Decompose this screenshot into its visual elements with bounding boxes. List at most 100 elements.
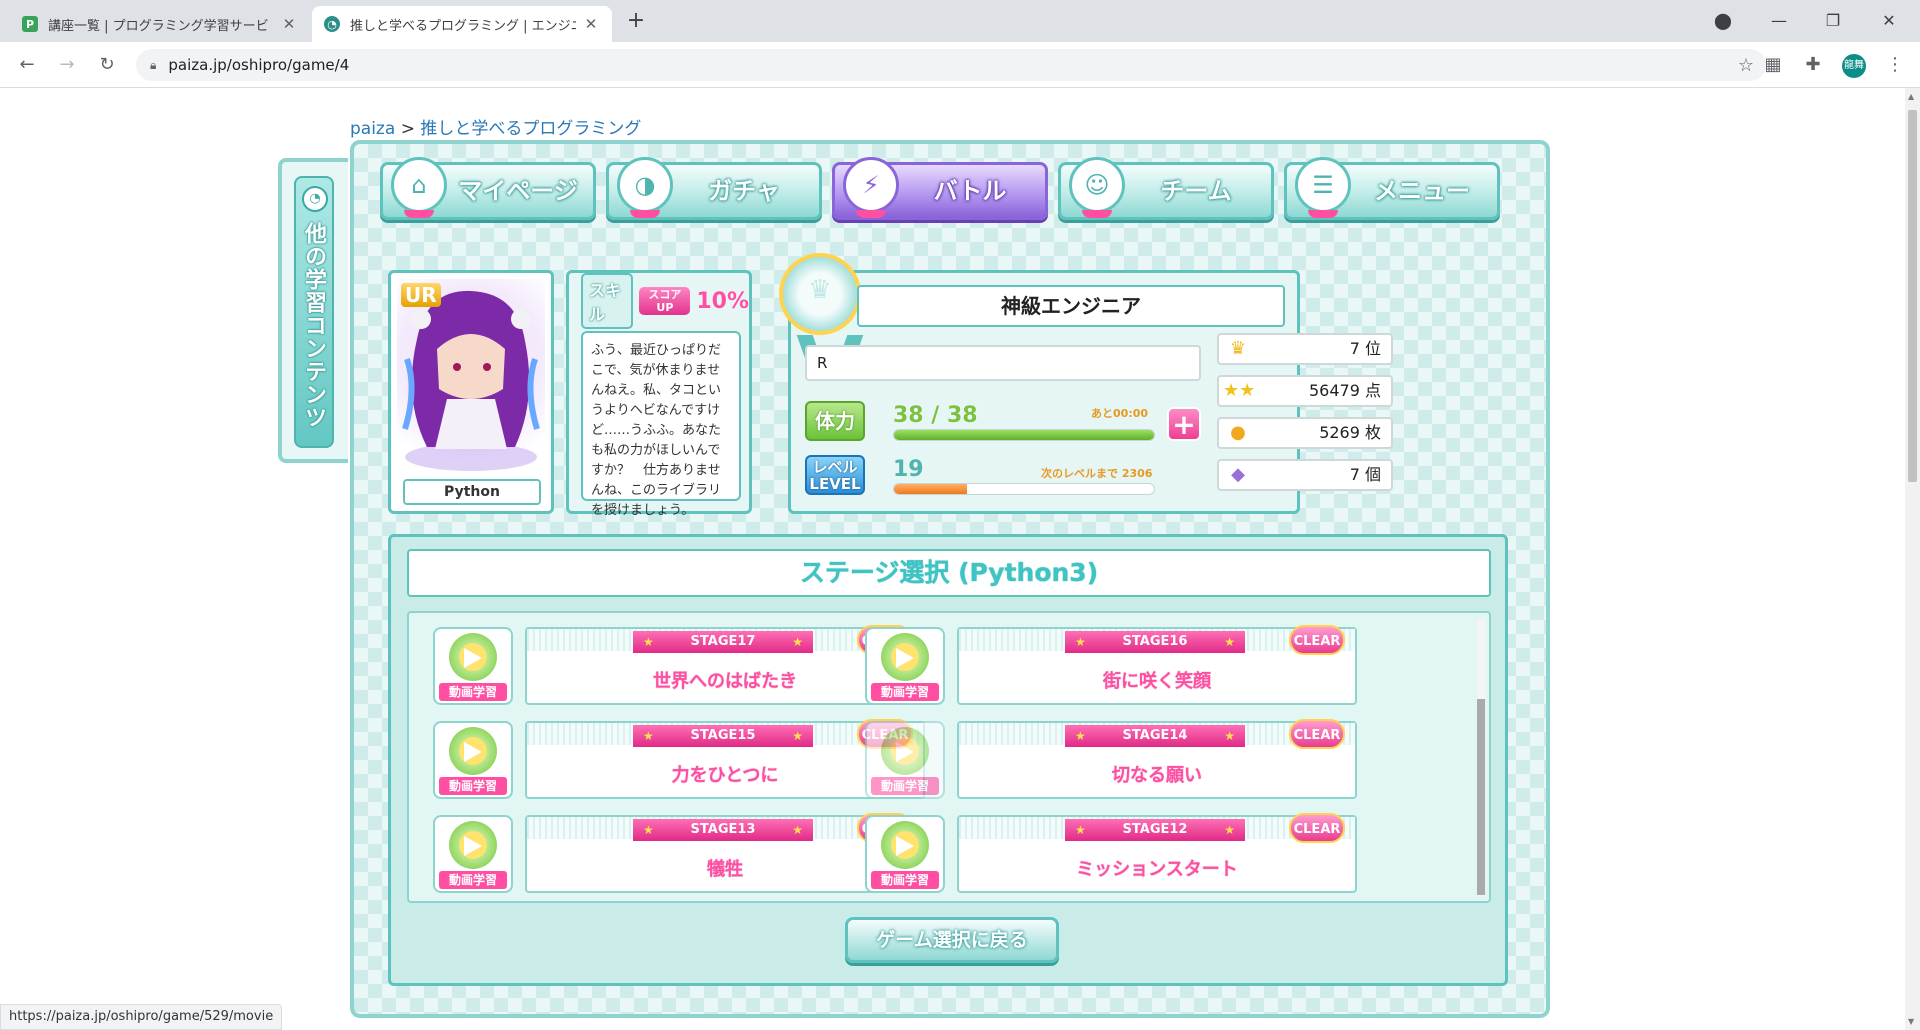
back-to-game-select-button[interactable]: ゲーム選択に戻る xyxy=(845,917,1059,963)
ranking-stat: ♛ 7 位 xyxy=(1217,333,1393,365)
oshipro-icon: ◔ xyxy=(324,16,340,32)
reload-icon[interactable]: ↻ xyxy=(92,50,122,80)
stage-item: 動画学習 STAGE13CLEAR犠牲 xyxy=(409,801,925,893)
coin-stat: ● 5269 枚 xyxy=(1217,417,1393,449)
clear-badge: CLEAR xyxy=(1289,719,1345,749)
profile-avatar[interactable]: 龍舞 xyxy=(1842,54,1866,78)
movie-learning-button[interactable]: 動画学習 xyxy=(865,627,945,705)
skill-percent: 10% xyxy=(696,288,749,314)
status-card: ♛ 神級エンジニア R 体力 38 / 38 あと00:00 + レベル LEV… xyxy=(779,253,1393,514)
stage-select-panel: ステージ選択 (Python3) 動画学習 STAGE17CLEAR世界へのはば… xyxy=(388,534,1508,986)
gem-stat: ◆ 7 個 xyxy=(1217,459,1393,491)
skill-card: スキル スコア UP 10% ふう、最近ひっぱりだこで、気が休まりませんねえ。私… xyxy=(566,270,752,518)
movie-learning-button[interactable]: 動画学習 xyxy=(433,627,513,705)
movie-learning-button[interactable]: 動画学習 xyxy=(865,815,945,893)
scroll-up-arrow[interactable]: ▲ xyxy=(1908,92,1914,101)
nav-label: バトル xyxy=(933,177,1007,205)
next-level-note: 次のレベルまで 2306 xyxy=(1041,467,1153,480)
stage-number: STAGE15 xyxy=(633,725,813,747)
url-text: paiza.jp/oshipro/game/4 xyxy=(168,56,350,74)
clear-badge: CLEAR xyxy=(1289,813,1345,843)
stage-name: 切なる願い xyxy=(1112,765,1202,786)
page-scrollbar[interactable]: ▲ ▼ xyxy=(1905,88,1920,1030)
other-content-label: 他の学習コンテンツ xyxy=(301,222,326,429)
stage-item: 動画学習 STAGE17CLEAR世界へのはばたき xyxy=(409,613,925,705)
team-icon: ☺ xyxy=(1069,157,1125,218)
stage-item: 動画学習 STAGE12 CLEAR ミッションスタート xyxy=(841,801,1357,893)
tab-paiza-courses[interactable]: P 講座一覧 | プログラミング学習サービ ✕ xyxy=(10,6,310,42)
coin-value: 5269 枚 xyxy=(1319,423,1381,442)
play-icon xyxy=(896,742,914,762)
stage-item: 動画学習 STAGE14 CLEAR 切なる願い xyxy=(841,707,1357,799)
address-bar[interactable]: 🔒︎ paiza.jp/oshipro/game/4 ☆ xyxy=(136,49,1766,81)
game-frame: ⌂ マイページ ◑ ガチャ ⚡ バトル ☺ チーム ☰ メニュー UR Pyth… xyxy=(350,140,1550,1018)
close-icon[interactable]: ✕ xyxy=(280,15,298,33)
more-menu-icon[interactable]: ⋮ xyxy=(1880,50,1910,80)
movie-learning-button[interactable]: 動画学習 xyxy=(433,815,513,893)
nav-team-button[interactable]: ☺ チーム xyxy=(1058,157,1274,220)
restore-button[interactable]: ❐ xyxy=(1810,0,1856,42)
nav-gacha-button[interactable]: ◑ ガチャ xyxy=(606,157,822,220)
stage-card[interactable]: STAGE14 CLEAR 切なる願い xyxy=(957,719,1357,799)
apps-grid-icon[interactable]: ▦ xyxy=(1758,50,1788,80)
forward-icon[interactable]: → xyxy=(52,50,82,80)
level-bar xyxy=(893,483,1155,495)
window-close-button[interactable]: ✕ xyxy=(1866,0,1912,42)
nav-mypage-button[interactable]: ⌂ マイページ xyxy=(380,157,596,220)
close-icon[interactable]: ✕ xyxy=(582,15,600,33)
page-viewport: paiza > 推しと学べるプログラミング ◔ 他の学習コンテンツ ⌂ マイペー… xyxy=(0,88,1905,1030)
player-name: R xyxy=(805,345,1201,381)
house-icon: ⌂ xyxy=(391,157,447,218)
scroll-down-arrow[interactable]: ▼ xyxy=(1908,1017,1914,1026)
minimize-button[interactable]: — xyxy=(1756,0,1802,42)
capsule-icon: ◑ xyxy=(617,157,673,218)
extensions-icon[interactable]: ✚ xyxy=(1798,50,1828,80)
hp-value: 38 / 38 xyxy=(893,403,978,428)
level-bar-fill xyxy=(894,484,967,494)
browser-toolbar: ← → ↻ 🔒︎ paiza.jp/oshipro/game/4 ☆ ▦ ✚ 龍… xyxy=(0,42,1920,88)
play-icon xyxy=(896,648,914,668)
movie-label: 動画学習 xyxy=(871,871,939,889)
other-content-button[interactable]: ◔ 他の学習コンテンツ xyxy=(294,176,334,448)
bookmark-star-icon[interactable]: ☆ xyxy=(1738,55,1754,76)
movie-label: 動画学習 xyxy=(871,777,939,795)
hp-bar-fill xyxy=(894,430,1154,440)
breadcrumb-paiza-link[interactable]: paiza xyxy=(350,119,395,139)
play-icon xyxy=(896,836,914,856)
skill-label: スキル xyxy=(581,273,634,329)
tab-oshipro[interactable]: ◔ 推しと学べるプログラミング | エンジニア ✕ xyxy=(312,6,612,42)
hp-label: 体力 xyxy=(805,401,865,441)
nav-menu-button[interactable]: ☰ メニュー xyxy=(1284,157,1500,220)
stars-icon: ★★ xyxy=(1223,380,1256,401)
hp-recover-button[interactable]: + xyxy=(1167,407,1201,441)
nav-battle-button[interactable]: ⚡ バトル xyxy=(832,157,1048,220)
new-tab-button[interactable]: + xyxy=(622,8,650,36)
stage-number: STAGE12 xyxy=(1065,819,1245,841)
stage-number: STAGE17 xyxy=(633,631,813,653)
breadcrumb-oshipro-link[interactable]: 推しと学べるプログラミング xyxy=(420,119,641,139)
nav-label: メニュー xyxy=(1374,177,1470,205)
tab-search-icon[interactable]: ⬤ xyxy=(1700,0,1746,42)
lock-icon: 🔒︎ xyxy=(150,57,157,72)
hp-bar xyxy=(893,429,1155,441)
back-icon[interactable]: ← xyxy=(12,50,42,80)
stage-card[interactable]: STAGE16 CLEAR 街に咲く笑顔 xyxy=(957,625,1357,705)
nav-label: ガチャ xyxy=(708,177,780,205)
page-scrollbar-thumb[interactable] xyxy=(1908,110,1917,482)
paiza-icon: P xyxy=(22,16,38,32)
hp-recovery-note: あと00:00 xyxy=(1091,407,1149,420)
other-content-sidetab[interactable]: ◔ 他の学習コンテンツ xyxy=(278,158,348,463)
stage-list: 動画学習 STAGE17CLEAR世界へのはばたき 動画学習 STAGE16 CL… xyxy=(407,611,1491,903)
stage-select-title: ステージ選択 (Python3) xyxy=(407,549,1491,597)
scrollbar-thumb[interactable] xyxy=(1477,699,1485,895)
movie-learning-button[interactable]: 動画学習 xyxy=(433,721,513,799)
movie-label: 動画学習 xyxy=(439,871,507,889)
character-card[interactable]: UR Python xyxy=(388,270,554,514)
stage-number: STAGE14 xyxy=(1065,725,1245,747)
score-up-badge: スコア UP xyxy=(639,287,691,315)
movie-learning-button[interactable]: 動画学習 xyxy=(865,721,945,799)
stage-list-scrollbar[interactable] xyxy=(1477,619,1485,897)
character-image: UR xyxy=(397,279,545,475)
stage-card[interactable]: STAGE12 CLEAR ミッションスタート xyxy=(957,813,1357,893)
level-value: 19 xyxy=(893,457,924,482)
